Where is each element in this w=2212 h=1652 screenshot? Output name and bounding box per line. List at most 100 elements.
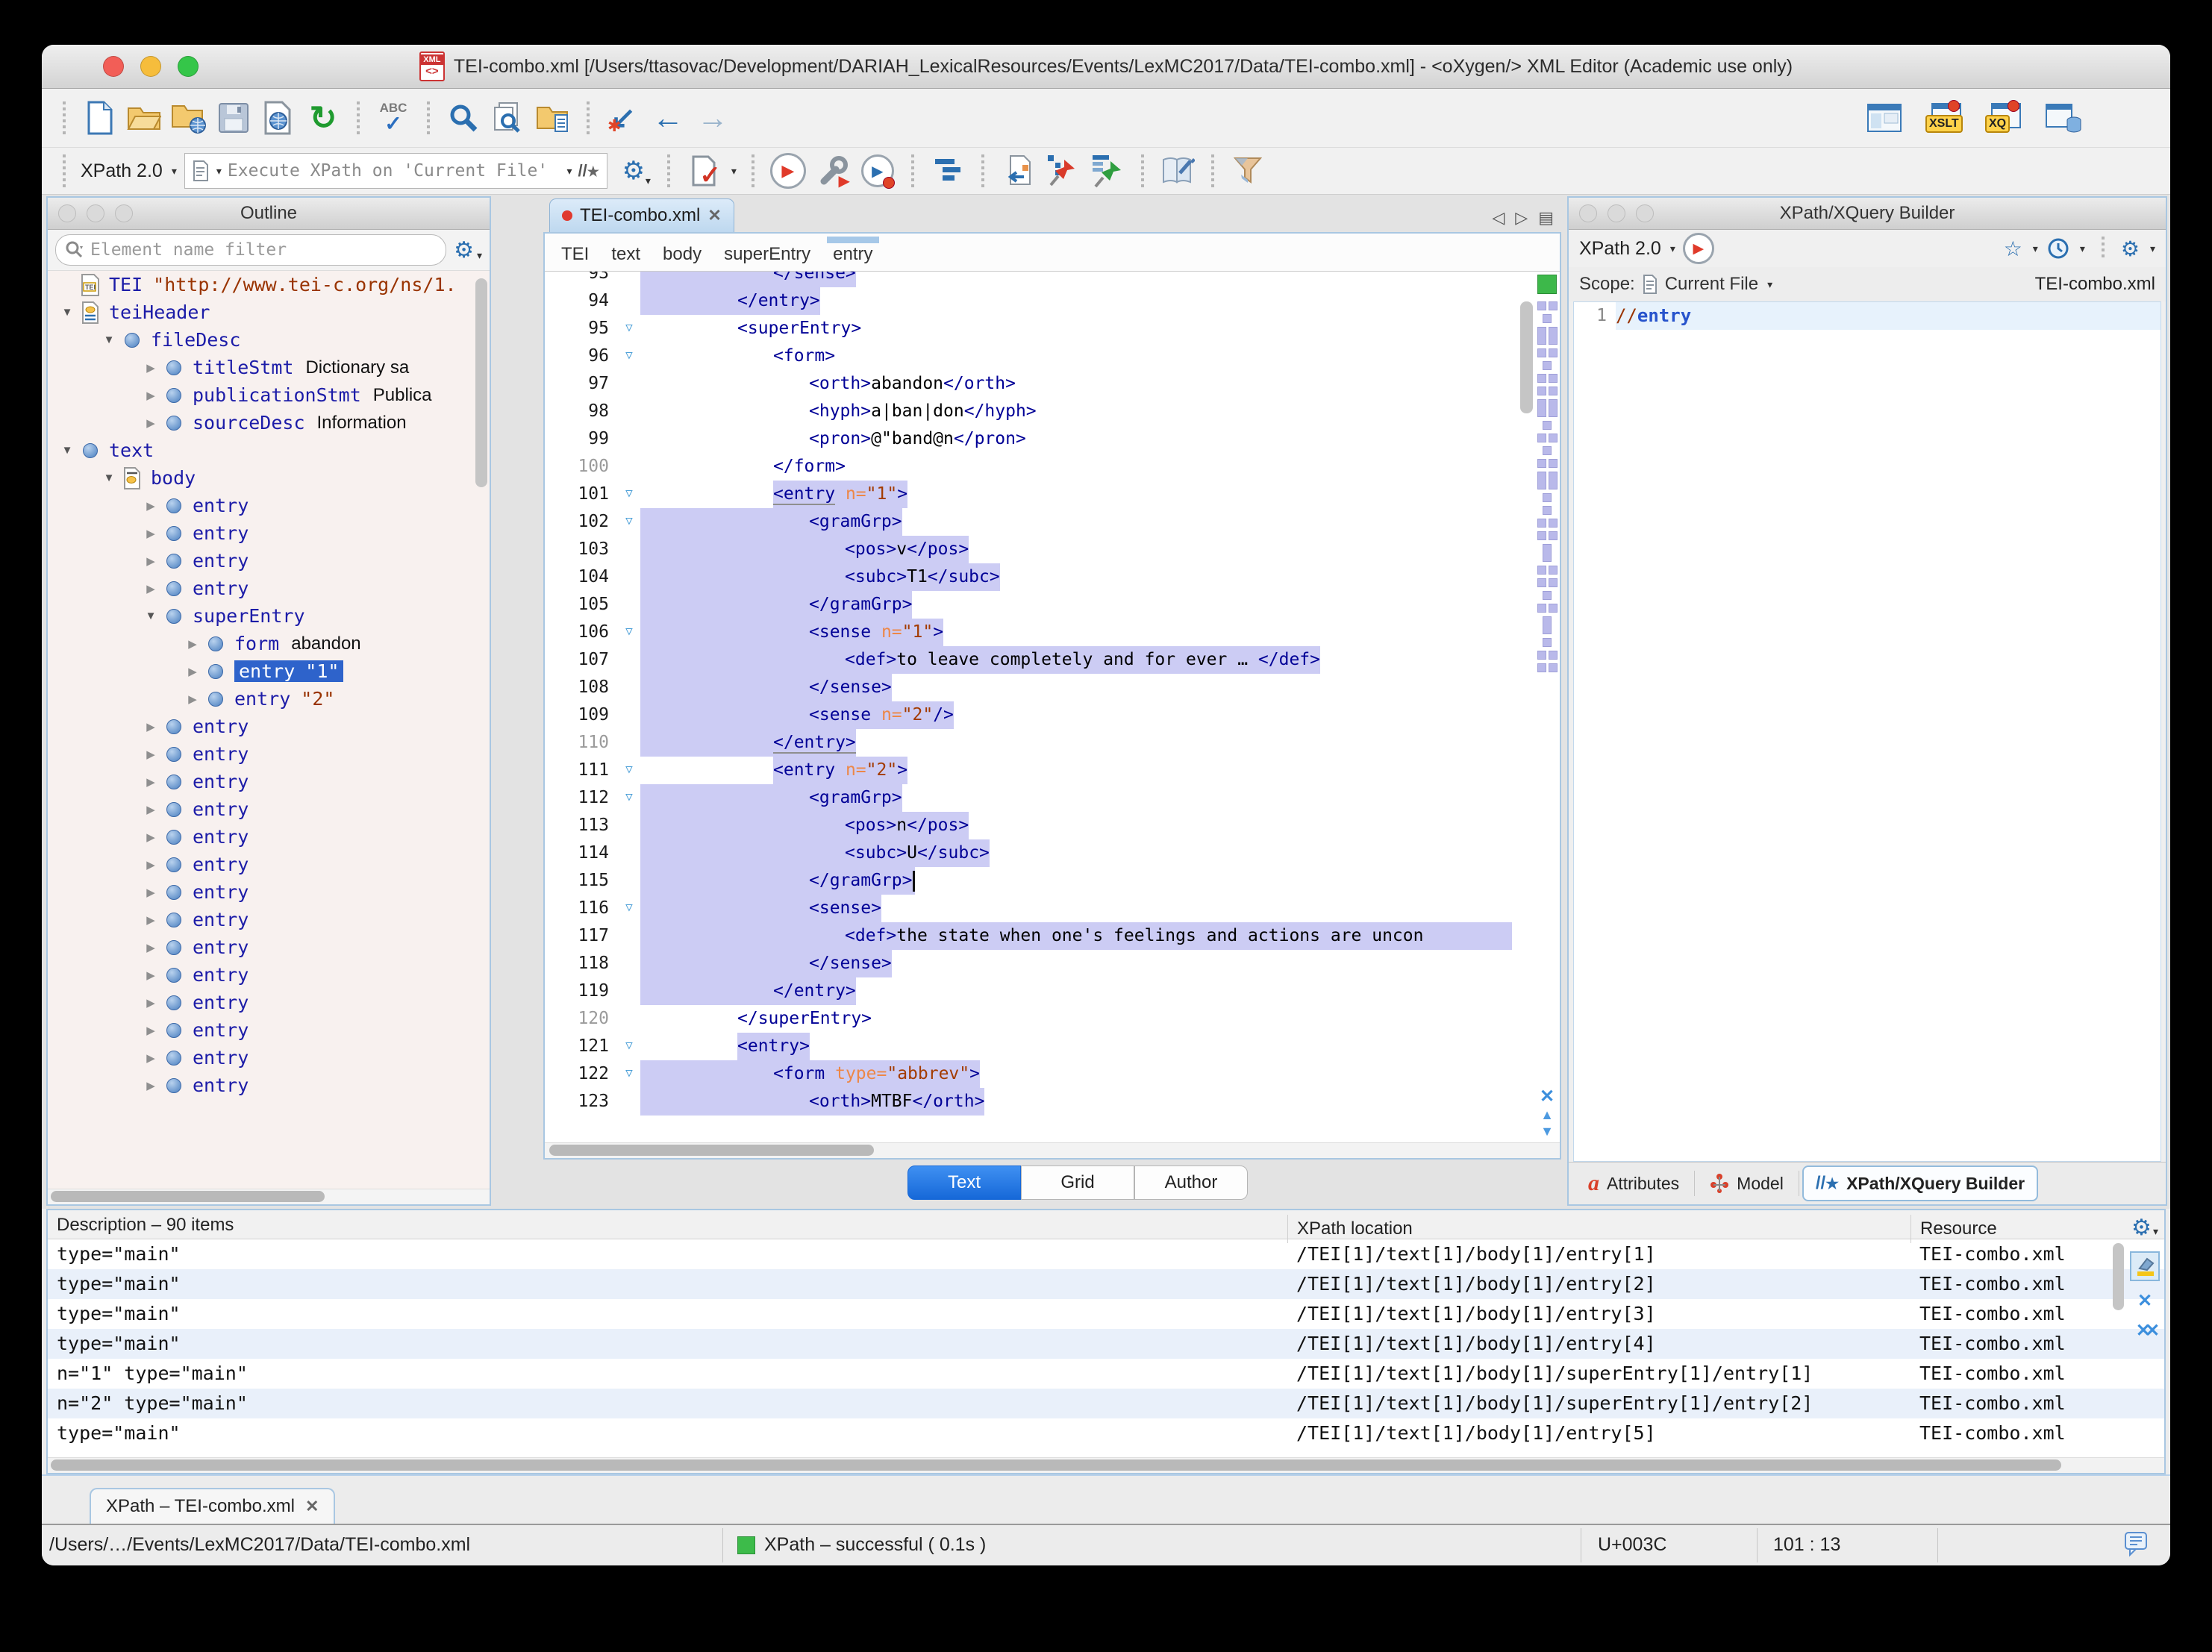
result-row[interactable]: n="2" type="main"/TEI[1]/text[1]/body[1]… bbox=[48, 1389, 2164, 1418]
outline-settings-gear-icon[interactable]: ⚙ bbox=[454, 237, 474, 263]
code-line[interactable]: 95▽<superEntry> bbox=[545, 315, 1512, 342]
code-line[interactable]: 118</sense> bbox=[545, 950, 1512, 977]
toggle-highlight-button[interactable] bbox=[2130, 1251, 2160, 1281]
element-name-filter-input[interactable]: Element name filter bbox=[55, 234, 446, 266]
xpath-builder-icon[interactable]: //★ bbox=[578, 161, 599, 181]
new-document-button[interactable] bbox=[81, 98, 118, 137]
outline-tree-item[interactable]: ▶entry bbox=[48, 547, 490, 575]
result-row[interactable]: n="1" type="main"/TEI[1]/text[1]/body[1]… bbox=[48, 1359, 2164, 1389]
notifications-icon[interactable] bbox=[2124, 1531, 2149, 1556]
xpath-settings-button[interactable]: ⚙▾ bbox=[615, 151, 652, 190]
filter-button[interactable] bbox=[1229, 151, 1266, 190]
xpath-expression-combo[interactable]: ▾ Execute XPath on 'Current File' ▾ //★ bbox=[184, 153, 607, 189]
dropdown-arrow-icon[interactable]: ▾ bbox=[2150, 243, 2155, 255]
outline-tree-item[interactable]: ▼fileDesc bbox=[48, 326, 490, 354]
next-highlight-icon[interactable]: ▼ bbox=[1540, 1123, 1554, 1139]
dropdown-arrow-icon[interactable]: ▾ bbox=[2033, 243, 2038, 255]
fold-toggle-icon[interactable]: ▽ bbox=[618, 481, 640, 508]
breadcrumb-item-body[interactable]: body bbox=[663, 240, 702, 265]
outline-tree-item[interactable]: ▼text bbox=[48, 437, 490, 464]
outline-tree-item[interactable]: ▶entry bbox=[48, 823, 490, 851]
outline-tree-item[interactable]: ▶entry bbox=[48, 933, 490, 961]
perspective-layout-button[interactable] bbox=[1866, 98, 1903, 137]
collapse-arrow-icon[interactable]: ▼ bbox=[96, 334, 122, 346]
code-line[interactable]: 93</sense> bbox=[545, 272, 1512, 287]
fold-toggle-icon[interactable]: ▽ bbox=[618, 342, 640, 370]
code-line[interactable]: 121▽<entry> bbox=[545, 1033, 1512, 1060]
remove-highlight-icon[interactable]: ✕ bbox=[2137, 1292, 2152, 1311]
dropdown-arrow-icon[interactable]: ▾ bbox=[1767, 278, 1772, 291]
xpath-version-dropdown[interactable]: XPath 2.0 bbox=[81, 160, 163, 182]
outline-horizontal-scrollbar[interactable] bbox=[48, 1189, 490, 1204]
expand-arrow-icon[interactable]: ▶ bbox=[137, 941, 164, 954]
fold-toggle-icon[interactable]: ▽ bbox=[618, 1060, 640, 1088]
code-line[interactable]: 108</sense> bbox=[545, 674, 1512, 701]
reload-button[interactable]: ↻ bbox=[304, 98, 342, 137]
outline-tree-item[interactable]: ▶entry bbox=[48, 851, 490, 878]
code-line[interactable]: 116▽<sense> bbox=[545, 895, 1512, 922]
code-line[interactable]: 98<hyph>a|ban|don</hyph> bbox=[545, 398, 1512, 425]
expand-arrow-icon[interactable]: ▶ bbox=[137, 969, 164, 982]
dropdown-arrow-icon[interactable]: ▾ bbox=[172, 165, 177, 178]
code-line[interactable]: 112▽<gramGrp> bbox=[545, 784, 1512, 812]
expand-arrow-icon[interactable]: ▶ bbox=[137, 416, 164, 430]
debug-transformation-button[interactable]: ▶ bbox=[859, 151, 896, 190]
outline-tree-item[interactable]: ▶entry bbox=[48, 795, 490, 823]
code-line[interactable]: 106▽<sense n="1"> bbox=[545, 619, 1512, 646]
dropdown-arrow-icon[interactable]: ▾ bbox=[566, 165, 572, 178]
code-line[interactable]: 102▽<gramGrp> bbox=[545, 508, 1512, 536]
outline-tree-item[interactable]: TEITEI"http://www.tei-c.org/ns/1. bbox=[48, 271, 490, 298]
panel-tab-xpath-xquery-builder[interactable]: //★XPath/XQuery Builder bbox=[1802, 1166, 2038, 1201]
code-line[interactable]: 115</gramGrp> bbox=[545, 867, 1512, 895]
outline-tree-item[interactable]: ▶sourceDescInformation bbox=[48, 409, 490, 437]
expand-arrow-icon[interactable]: ▶ bbox=[137, 858, 164, 872]
dropdown-arrow-icon[interactable]: ▾ bbox=[2080, 243, 2085, 255]
find-resource-button[interactable] bbox=[534, 98, 572, 137]
outline-header[interactable]: Outline bbox=[48, 198, 490, 230]
code-line[interactable]: 96▽<form> bbox=[545, 342, 1512, 370]
outline-tree-item[interactable]: ▶entry bbox=[48, 768, 490, 795]
fold-toggle-icon[interactable]: ▽ bbox=[618, 895, 640, 922]
code-line[interactable]: 103<pos>v</pos> bbox=[545, 536, 1512, 563]
open-url-button[interactable] bbox=[170, 98, 207, 137]
zoom-window-button[interactable] bbox=[178, 56, 199, 77]
result-row[interactable]: type="main"/TEI[1]/text[1]/body[1]/entry… bbox=[48, 1418, 2164, 1448]
outline-tree-item[interactable]: ▶entry bbox=[48, 575, 490, 602]
outline-tree-item[interactable]: ▶formabandon bbox=[48, 630, 490, 657]
builder-header[interactable]: XPath/XQuery Builder bbox=[1569, 198, 2166, 230]
breadcrumb-item-superEntry[interactable]: superEntry bbox=[724, 240, 810, 265]
expand-arrow-icon[interactable]: ▶ bbox=[137, 775, 164, 789]
result-row[interactable]: type="main"/TEI[1]/text[1]/body[1]/entry… bbox=[48, 1239, 2164, 1269]
expand-arrow-icon[interactable]: ▶ bbox=[179, 637, 206, 651]
view-grid-button[interactable]: Grid bbox=[1021, 1166, 1134, 1200]
dropdown-arrow-icon[interactable]: ▾ bbox=[477, 249, 482, 262]
scope-value-dropdown[interactable]: Current File bbox=[1665, 274, 1758, 295]
expand-arrow-icon[interactable]: ▶ bbox=[137, 499, 164, 513]
outline-vertical-scrollbar[interactable] bbox=[475, 278, 487, 487]
expand-arrow-icon[interactable]: ▶ bbox=[137, 803, 164, 816]
outline-tree-item[interactable]: ▶entry bbox=[48, 1016, 490, 1044]
result-row[interactable]: type="main"/TEI[1]/text[1]/body[1]/entry… bbox=[48, 1269, 2164, 1299]
results-vertical-scrollbar[interactable] bbox=[2113, 1243, 2124, 1310]
expand-arrow-icon[interactable]: ▶ bbox=[137, 554, 164, 568]
outline-tree-item[interactable]: ▶entry bbox=[48, 1071, 490, 1099]
outline-tree-item[interactable]: ▶entry bbox=[48, 961, 490, 989]
find-replace-in-files-button[interactable] bbox=[490, 98, 527, 137]
open-file-button[interactable] bbox=[125, 98, 163, 137]
code-line[interactable]: 110</entry> bbox=[545, 729, 1512, 757]
dropdown-arrow-icon[interactable]: ▾ bbox=[216, 165, 222, 178]
code-line[interactable]: 120</superEntry> bbox=[545, 1005, 1512, 1033]
close-tab-icon[interactable]: ✕ bbox=[305, 1497, 319, 1516]
remove-all-highlights-icon[interactable]: ✕✕ bbox=[2136, 1321, 2154, 1341]
code-line[interactable]: 117<def>the state when one's feelings an… bbox=[545, 922, 1512, 950]
outline-tree-item[interactable]: ▶entry bbox=[48, 492, 490, 519]
dropdown-arrow-icon[interactable]: ▾ bbox=[731, 165, 737, 178]
outline-tree-item[interactable]: ▶entry bbox=[48, 740, 490, 768]
outline-tree-item[interactable]: ▶titleStmtDictionary sa bbox=[48, 354, 490, 381]
outline-tree-item[interactable]: ▼teiHeader bbox=[48, 298, 490, 326]
format-and-indent-button[interactable] bbox=[929, 151, 966, 190]
scroll-tabs-left-icon[interactable]: ◁ bbox=[1492, 208, 1505, 228]
fold-toggle-icon[interactable]: ▽ bbox=[618, 1033, 640, 1060]
expand-arrow-icon[interactable]: ▶ bbox=[137, 830, 164, 844]
view-text-button[interactable]: Text bbox=[907, 1166, 1021, 1200]
